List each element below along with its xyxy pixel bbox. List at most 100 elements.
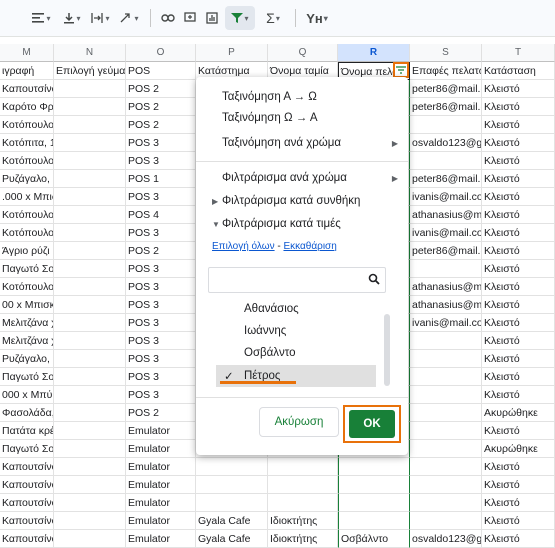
cell-o[interactable]: POS 3 xyxy=(126,332,196,350)
cell-m[interactable]: Άγριο ρύζι και αβοκάντο, 2 x Γ xyxy=(0,242,54,260)
cell-p[interactable]: Gyala Cafe xyxy=(196,530,268,548)
cell-s[interactable] xyxy=(410,458,482,476)
value-option[interactable]: Αθανάσιος xyxy=(216,298,376,320)
link-icon[interactable] xyxy=(159,6,177,30)
cell-t[interactable]: Κλειστό xyxy=(482,170,555,188)
cell-o[interactable]: Emulator xyxy=(126,476,196,494)
cell-o[interactable]: POS 3 xyxy=(126,314,196,332)
cell-t[interactable]: Κλειστό xyxy=(482,368,555,386)
cell-o[interactable]: Emulator xyxy=(126,494,196,512)
cell-s[interactable] xyxy=(410,332,482,350)
cell-t[interactable]: Κλειστό xyxy=(482,224,555,242)
filter-by-values-item[interactable]: ▼ Φιλτράρισμα κατά τιμές xyxy=(196,212,408,236)
values-scrollbar[interactable] xyxy=(384,314,390,386)
cell-t[interactable]: Κλειστό xyxy=(482,386,555,404)
cell-n[interactable] xyxy=(54,116,126,134)
cell-s[interactable]: Επαφές πελατών xyxy=(410,62,482,80)
input-tools-icon[interactable]: Υн ▾ xyxy=(304,6,330,30)
cell-n[interactable]: Επιλογή γεύματ xyxy=(54,62,126,80)
cell-m[interactable]: Καπουτσίνο, 1 x Μπακλαβά, 1 xyxy=(0,530,54,548)
cell-m[interactable]: Παγωτό Σοκο Για εδώ - καθιστι xyxy=(0,440,54,458)
cell-m[interactable]: Κοτόπουλο στο τηγάνι με καλα xyxy=(0,116,54,134)
cell-o[interactable]: POS 3 xyxy=(126,368,196,386)
cell-s[interactable]: peter86@mail.co xyxy=(410,242,482,260)
cell-r[interactable] xyxy=(338,458,410,476)
cell-m[interactable]: Κοτόπουλο στο τηγάνι με καλα xyxy=(0,224,54,242)
sort-by-color-item[interactable]: Ταξινόμηση ανά χρώμα ▶ xyxy=(196,131,408,155)
cell-s[interactable]: osvaldo123@gm xyxy=(410,530,482,548)
cell-s[interactable]: peter86@mail.co xyxy=(410,170,482,188)
cell-n[interactable] xyxy=(54,98,126,116)
cell-o[interactable]: Emulator xyxy=(126,458,196,476)
cell-t[interactable]: Κλειστό xyxy=(482,116,555,134)
cell-t[interactable]: Κλειστό xyxy=(482,476,555,494)
cell-s[interactable] xyxy=(410,368,482,386)
cell-n[interactable] xyxy=(54,440,126,458)
cell-o[interactable]: POS 2 xyxy=(126,404,196,422)
cell-o[interactable]: POS 3 xyxy=(126,134,196,152)
cell-n[interactable] xyxy=(54,224,126,242)
cell-p[interactable] xyxy=(196,476,268,494)
cell-m[interactable]: Παγωτό Σοκολάτας, 3.000 x Μπ xyxy=(0,260,54,278)
cell-o[interactable]: Emulator xyxy=(126,530,196,548)
cell-s[interactable]: peter86@mail.co xyxy=(410,98,482,116)
column-header-o[interactable]: O xyxy=(126,44,196,62)
cell-m[interactable]: Πατάτα κρέμ Για εδώ - καθιστι xyxy=(0,422,54,440)
cell-m[interactable]: Καπουτσίνο, Για εδώ - καθιστι xyxy=(0,476,54,494)
cell-t[interactable]: Κλειστό xyxy=(482,152,555,170)
cell-n[interactable] xyxy=(54,314,126,332)
cell-r[interactable] xyxy=(338,476,410,494)
cell-n[interactable] xyxy=(54,278,126,296)
cell-t[interactable]: Κλειστό xyxy=(482,494,555,512)
column-header-m[interactable]: M xyxy=(0,44,54,62)
cell-t[interactable]: Κλειστό xyxy=(482,80,555,98)
cell-o[interactable]: POS 3 xyxy=(126,224,196,242)
cell-t[interactable]: Κατάσταση xyxy=(482,62,555,80)
column-header-r[interactable]: R xyxy=(338,44,410,62)
cell-n[interactable] xyxy=(54,422,126,440)
column-header-p[interactable]: P xyxy=(196,44,268,62)
column-header-s[interactable]: S xyxy=(410,44,482,62)
value-option[interactable]: Οσβάλντο xyxy=(216,342,376,364)
column-header-q[interactable]: Q xyxy=(268,44,338,62)
cell-p[interactable] xyxy=(196,494,268,512)
cell-n[interactable] xyxy=(54,530,126,548)
cell-t[interactable]: Κλειστό xyxy=(482,134,555,152)
cell-t[interactable]: Κλειστό xyxy=(482,278,555,296)
cell-m[interactable]: Φασολάδα, 1 Για εδώ - καθιστι xyxy=(0,404,54,422)
cell-t[interactable]: Κλειστό xyxy=(482,530,555,548)
cell-s[interactable]: peter86@mail.co xyxy=(410,80,482,98)
cell-o[interactable]: POS 3 xyxy=(126,296,196,314)
cell-s[interactable] xyxy=(410,404,482,422)
cell-q[interactable]: Ιδιοκτήτης xyxy=(268,512,338,530)
cell-o[interactable]: POS 2 xyxy=(126,98,196,116)
cell-n[interactable] xyxy=(54,458,126,476)
cell-m[interactable]: 00 x Μπισκότα με λεμόνι, 1 x 2 xyxy=(0,296,54,314)
cell-m[interactable]: Μελιτζάνα χαραχτή με γέμιση, xyxy=(0,332,54,350)
cell-t[interactable]: Κλειστό xyxy=(482,206,555,224)
value-option[interactable]: Ιωάννης xyxy=(216,320,376,342)
cell-n[interactable] xyxy=(54,188,126,206)
cell-m[interactable]: 000 x Μπύρα xyxy=(0,386,54,404)
cell-o[interactable]: POS 3 xyxy=(126,188,196,206)
filter-by-color-item[interactable]: Φιλτράρισμα ανά χρώμα ▶ xyxy=(196,166,408,190)
cell-n[interactable] xyxy=(54,368,126,386)
cancel-button[interactable]: Ακύρωση xyxy=(259,407,339,437)
chart-icon[interactable] xyxy=(203,6,221,30)
select-all-link[interactable]: Επιλογή όλων xyxy=(212,241,275,252)
cell-t[interactable]: Κλειστό xyxy=(482,422,555,440)
cell-n[interactable] xyxy=(54,206,126,224)
cell-o[interactable]: Emulator xyxy=(126,440,196,458)
cell-t[interactable]: Ακυρώθηκε xyxy=(482,440,555,458)
cell-t[interactable]: Κλειστό xyxy=(482,260,555,278)
cell-m[interactable]: Καπουτσίνο, Για εδώ - καθιστι xyxy=(0,494,54,512)
cell-t[interactable]: Ακυρώθηκε xyxy=(482,404,555,422)
cell-s[interactable]: athanasius@ma xyxy=(410,278,482,296)
cell-o[interactable]: POS 2 xyxy=(126,80,196,98)
cell-o[interactable]: Emulator xyxy=(126,422,196,440)
cell-m[interactable]: Κοτόπουλο στο τηγάνι με καλα xyxy=(0,206,54,224)
column-filter-button[interactable] xyxy=(393,62,409,78)
column-header-t[interactable]: T xyxy=(482,44,555,62)
cell-p[interactable] xyxy=(196,458,268,476)
cell-m[interactable]: Ρυζάγαλο, 72.000 x Μπισκότα xyxy=(0,170,54,188)
